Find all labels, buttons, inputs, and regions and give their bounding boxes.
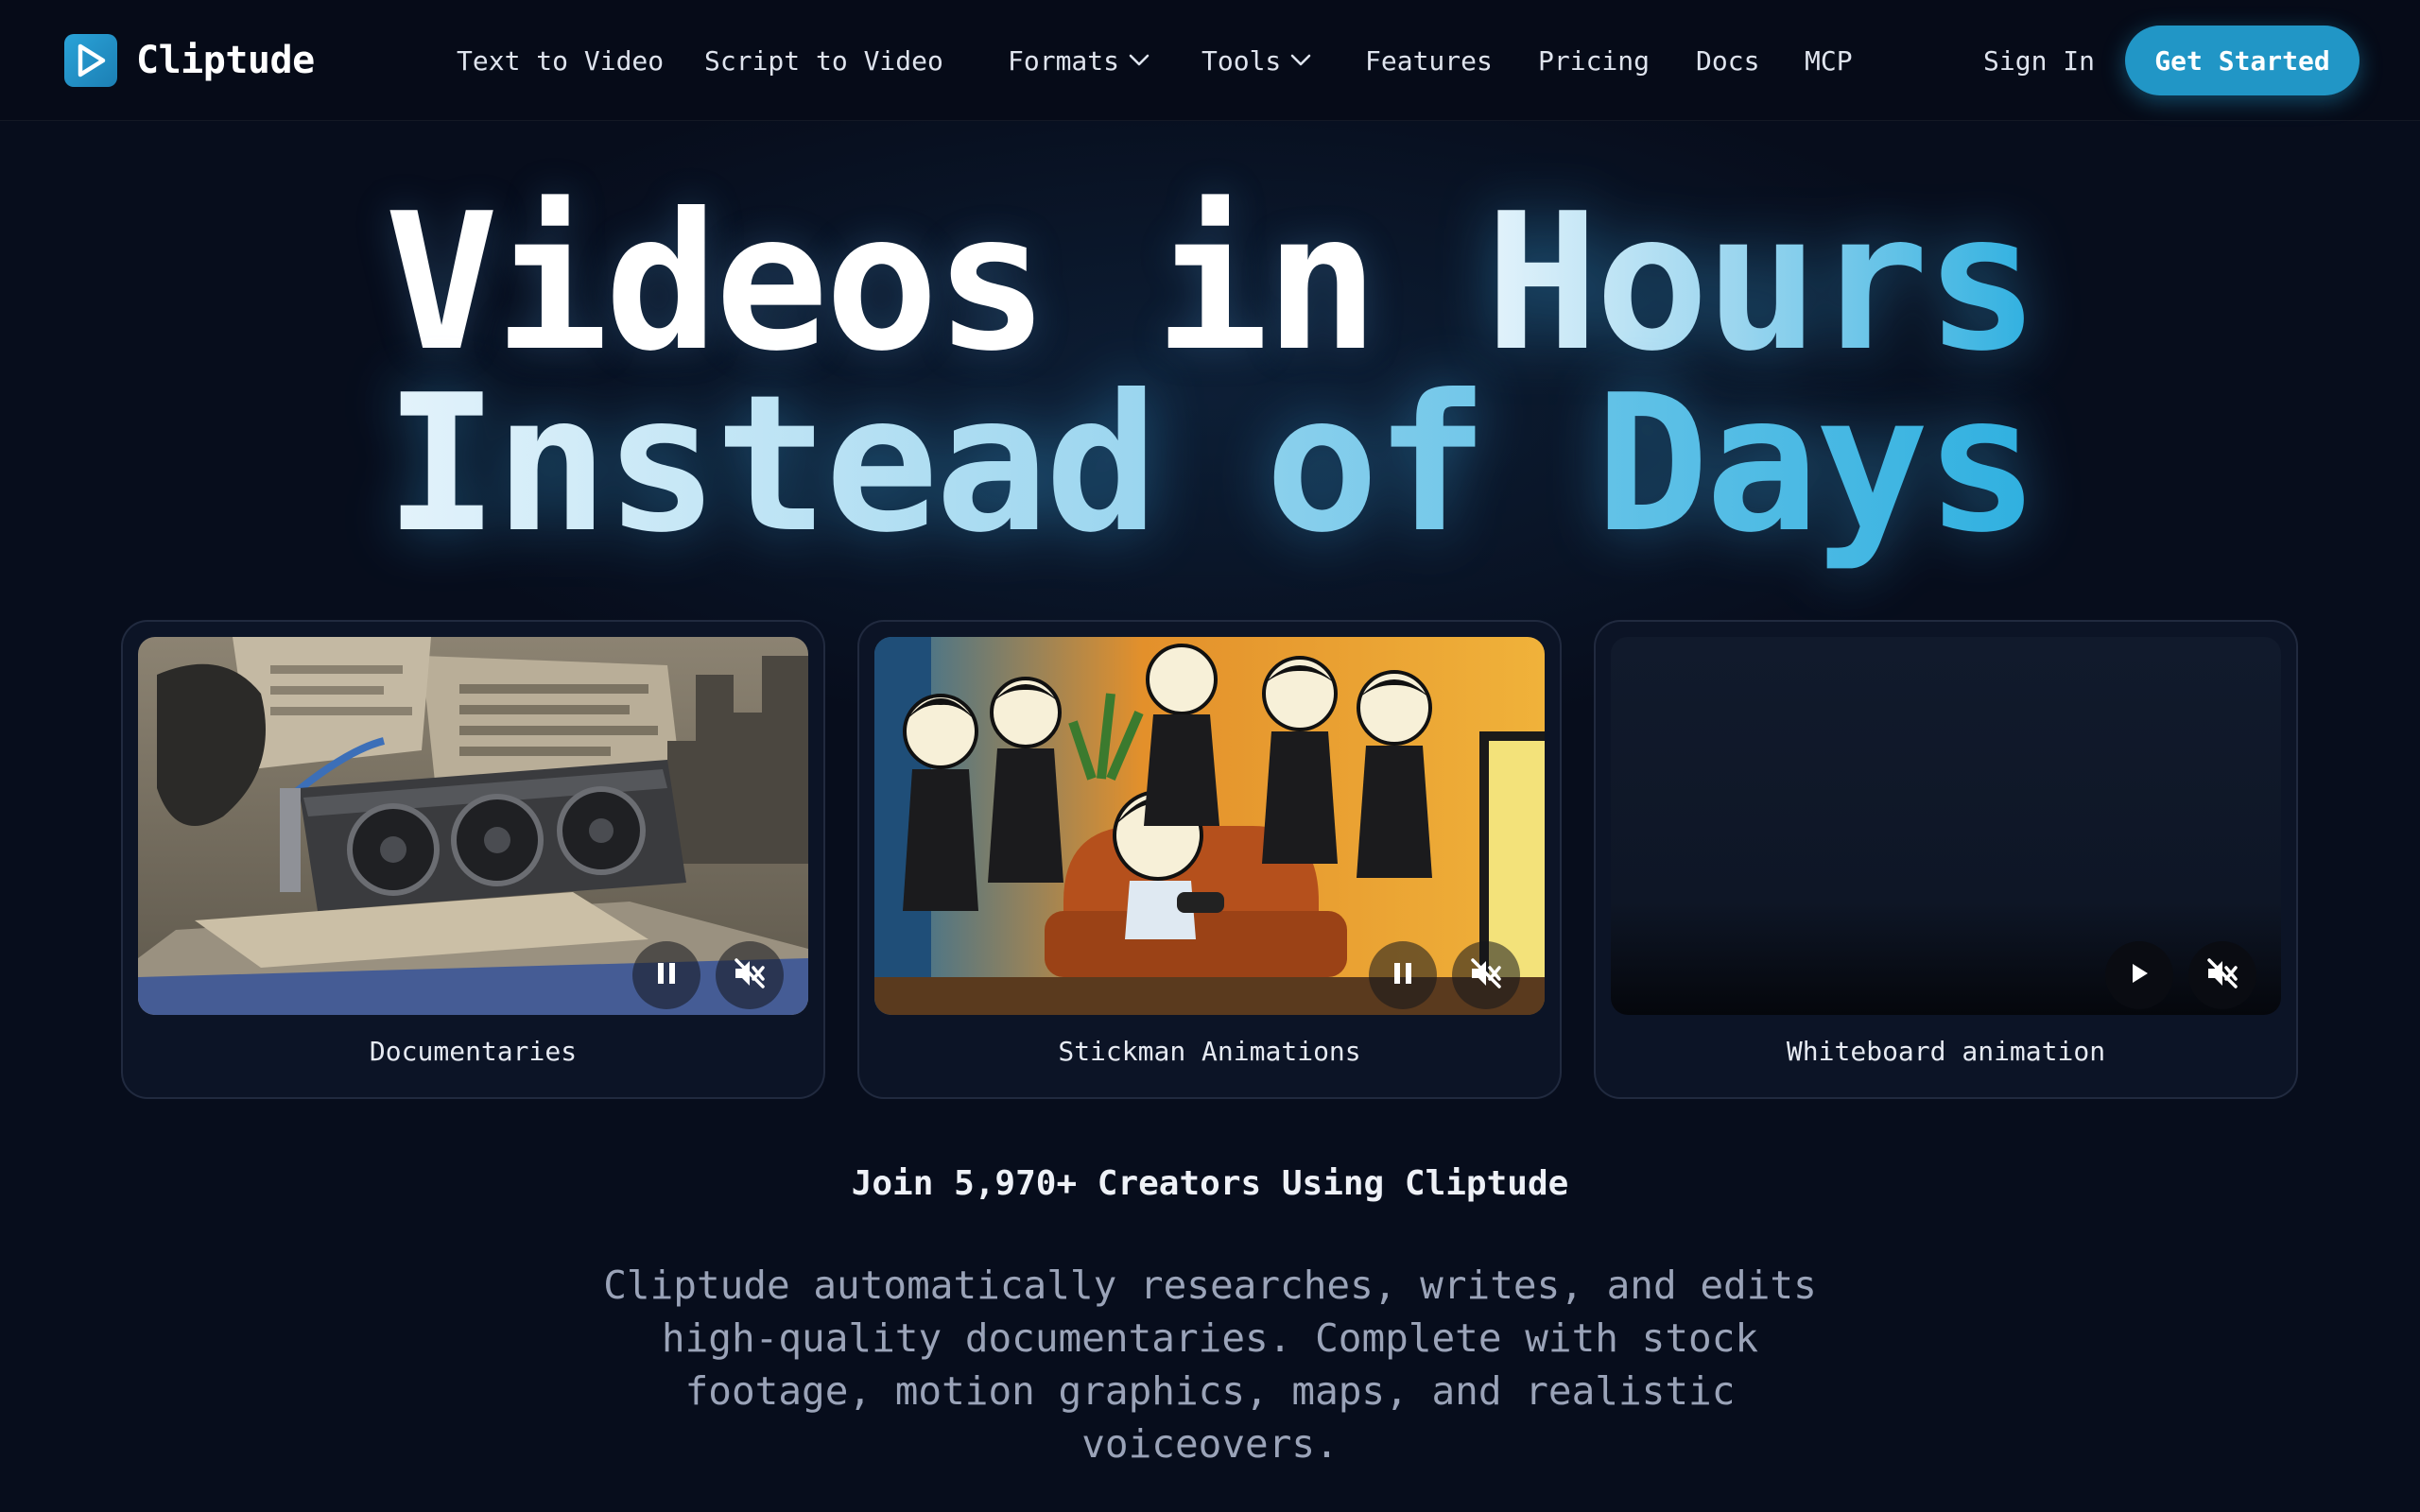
nav-features-label: Features: [1365, 44, 1493, 77]
nav-script-to-video-label: Script to Video: [704, 44, 943, 77]
nav-features[interactable]: Features: [1365, 38, 1538, 83]
top-navbar: Cliptude Text to Video Script to Video F…: [0, 0, 2420, 121]
video-preview[interactable]: [874, 637, 1545, 1015]
mute-toggle-button[interactable]: [2188, 941, 2256, 1009]
nav-mcp-label: MCP: [1805, 44, 1853, 77]
card-caption: Stickman Animations: [1058, 1036, 1361, 1067]
sign-in-link[interactable]: Sign In: [1983, 38, 2095, 83]
documentary-thumbnail: [138, 637, 808, 1015]
nav-mcp[interactable]: MCP: [1805, 38, 1880, 83]
get-started-button[interactable]: Get Started: [2125, 26, 2360, 95]
stickman-thumbnail: [874, 637, 1545, 1015]
nav-pricing[interactable]: Pricing: [1538, 38, 1696, 83]
format-card-stickman-animations[interactable]: Stickman Animations: [857, 620, 1562, 1099]
pause-icon: [1392, 961, 1414, 989]
format-card-whiteboard-animation[interactable]: Whiteboard animation: [1594, 620, 2298, 1099]
play-button[interactable]: [2105, 941, 2173, 1009]
nav-text-to-video[interactable]: Text to Video: [457, 38, 704, 83]
video-preview[interactable]: [138, 637, 808, 1015]
hero-headline-line-2: Instead of Days: [0, 370, 2420, 559]
mute-toggle-button[interactable]: [716, 941, 784, 1009]
play-icon: [64, 34, 117, 87]
brand-name: Cliptude: [136, 39, 315, 82]
video-preview[interactable]: [1611, 637, 2281, 1015]
brand-logo[interactable]: Cliptude: [64, 34, 315, 87]
mute-toggle-button[interactable]: [1452, 941, 1520, 1009]
nav-docs-label: Docs: [1696, 44, 1760, 77]
hero-description: Cliptude automatically researches, write…: [603, 1263, 1817, 1467]
volume-muted-icon: [2205, 957, 2239, 993]
chevron-down-icon: [1129, 54, 1150, 67]
nav-pricing-label: Pricing: [1538, 44, 1651, 77]
card-caption: Whiteboard animation: [1786, 1036, 2106, 1067]
card-caption: Documentaries: [369, 1036, 578, 1067]
nav-tools-label: Tools: [1201, 44, 1282, 77]
volume-muted-icon: [733, 957, 767, 993]
nav-formats[interactable]: Formats: [1008, 38, 1201, 83]
hero-headline-line-1: Videos in Hours: [0, 189, 2420, 378]
pause-icon: [655, 961, 678, 989]
nav-tools[interactable]: Tools: [1201, 38, 1365, 83]
nav-script-to-video[interactable]: Script to Video: [704, 38, 1008, 83]
nav-formats-label: Formats: [1008, 44, 1120, 77]
play-icon: [2128, 961, 2151, 989]
format-card-documentaries[interactable]: Documentaries: [121, 620, 825, 1099]
pause-button[interactable]: [632, 941, 700, 1009]
nav-text-to-video-label: Text to Video: [457, 44, 665, 77]
pause-button[interactable]: [1369, 941, 1437, 1009]
main-nav: Text to Video Script to Video Formats To…: [457, 38, 1880, 83]
social-proof-text: Join 5,970+ Creators Using Cliptude: [851, 1164, 1569, 1203]
chevron-down-icon: [1290, 54, 1311, 67]
nav-docs[interactable]: Docs: [1696, 38, 1805, 83]
volume-muted-icon: [1469, 957, 1503, 993]
hero-headline-accent-line: Instead of Days: [384, 354, 2039, 575]
